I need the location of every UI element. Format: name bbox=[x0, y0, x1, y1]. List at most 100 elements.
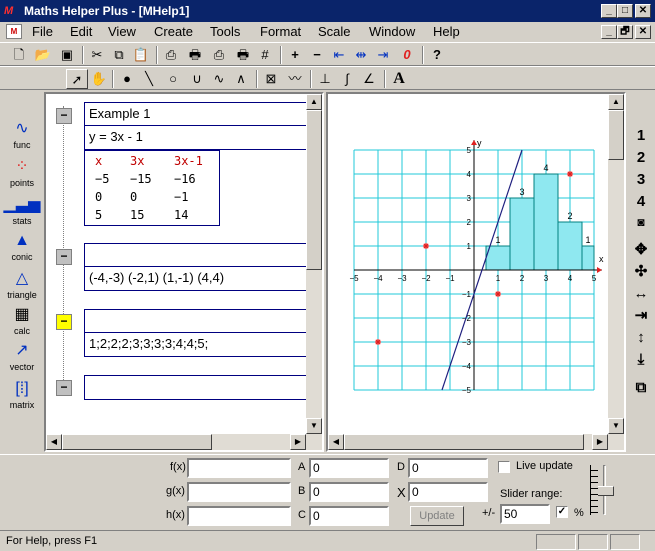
vector-tool[interactable]: ↗ vector bbox=[3, 340, 41, 376]
graph-scroll-right-icon[interactable]: ▶ bbox=[592, 434, 608, 450]
collapse-node-1[interactable]: − bbox=[56, 108, 72, 124]
menu-scale[interactable]: Scale bbox=[318, 24, 351, 39]
slider-range-input[interactable]: 50 bbox=[500, 504, 550, 524]
cut-icon[interactable]: ✂ bbox=[86, 45, 108, 65]
parabola-icon[interactable]: ∪ bbox=[186, 69, 208, 89]
minimize-button[interactable]: _ bbox=[601, 4, 617, 18]
scroll-down-icon[interactable]: ▼ bbox=[306, 418, 322, 434]
tangent-icon[interactable]: 〰 bbox=[284, 69, 306, 89]
scroll-right-icon[interactable]: ▶ bbox=[290, 434, 306, 450]
print-graph-icon[interactable]: ⎙ bbox=[208, 45, 230, 65]
menu-file[interactable]: File bbox=[32, 24, 53, 39]
point-icon[interactable]: ● bbox=[116, 69, 138, 89]
notes-vertical-scrollbar[interactable]: ▲ ▼ bbox=[306, 94, 322, 434]
menu-edit[interactable]: Edit bbox=[70, 24, 92, 39]
hand-pan-icon[interactable]: ✋ bbox=[88, 69, 110, 89]
zoom-in-icon[interactable]: + bbox=[284, 45, 306, 65]
scroll-up-icon[interactable]: ▲ bbox=[306, 94, 322, 110]
c-input[interactable]: 0 bbox=[309, 506, 389, 526]
fit-center-icon[interactable]: ⇹ bbox=[350, 45, 372, 65]
camera-icon[interactable]: ◙ bbox=[630, 212, 652, 232]
b-input[interactable]: 0 bbox=[309, 482, 389, 502]
zoom-out-icon[interactable]: − bbox=[306, 45, 328, 65]
example-1-box[interactable]: Example 1 y = 3x - 1 bbox=[84, 102, 312, 150]
angle-icon[interactable]: ∠ bbox=[358, 69, 380, 89]
stats-box[interactable]: 1;2;2;2;3;3;3;3;4;4;5; bbox=[84, 309, 312, 357]
live-update-checkbox[interactable] bbox=[498, 461, 510, 473]
arrow-pointer-icon[interactable]: ➚ bbox=[66, 69, 88, 89]
stats-tool[interactable]: ▁▃▅ stats bbox=[3, 194, 41, 230]
fx-input[interactable] bbox=[187, 458, 291, 478]
compress-horizontal-icon[interactable]: ⇥ bbox=[630, 306, 652, 326]
graph-hscroll-thumb[interactable] bbox=[344, 434, 584, 450]
copy-graph-icon[interactable]: ⧉ bbox=[630, 378, 652, 398]
d-input[interactable]: 0 bbox=[408, 458, 488, 478]
mdi-close-button[interactable]: ✕ bbox=[635, 25, 651, 39]
paste-icon[interactable]: 📋 bbox=[130, 45, 152, 65]
empty-box[interactable] bbox=[84, 375, 312, 400]
menu-format[interactable]: Format bbox=[260, 24, 301, 39]
scroll-left-icon[interactable]: ◀ bbox=[46, 434, 62, 450]
circle-icon[interactable]: ○ bbox=[162, 69, 184, 89]
open-folder-icon[interactable]: 📂 bbox=[32, 45, 54, 65]
scroll-thumb[interactable] bbox=[306, 110, 322, 270]
update-button[interactable]: Update bbox=[410, 506, 464, 526]
preset-2-button[interactable]: 2 bbox=[630, 148, 652, 168]
new-document-icon[interactable]: 🗋 bbox=[8, 45, 30, 65]
print-notes-icon[interactable]: 🖶 bbox=[232, 45, 254, 65]
save-icon[interactable]: ▣ bbox=[56, 45, 78, 65]
func-tool[interactable]: ∿ func bbox=[3, 118, 41, 154]
x-input[interactable]: 0 bbox=[408, 482, 488, 502]
peak-icon[interactable]: ∧ bbox=[230, 69, 252, 89]
help-icon[interactable]: ? bbox=[426, 45, 448, 65]
menu-help[interactable]: Help bbox=[433, 24, 460, 39]
hx-input[interactable] bbox=[187, 506, 291, 526]
fit-right-icon[interactable]: ⇥ bbox=[372, 45, 394, 65]
triangle-tool[interactable]: △ triangle bbox=[3, 268, 41, 304]
graph-scroll-left-icon[interactable]: ◀ bbox=[328, 434, 344, 450]
points-box[interactable]: (-4,-3) (-2,1) (1,-1) (4,4) bbox=[84, 243, 312, 291]
conic-tool[interactable]: ▲ conic bbox=[3, 230, 41, 266]
menu-tools[interactable]: Tools bbox=[210, 24, 240, 39]
matrix-tool[interactable]: [⁞] matrix bbox=[3, 378, 41, 414]
calc-tool[interactable]: ▦ calc bbox=[3, 304, 41, 340]
graph-scroll-up-icon[interactable]: ▲ bbox=[608, 94, 624, 110]
undo-zoom-icon[interactable]: 0 bbox=[396, 45, 418, 65]
menu-create[interactable]: Create bbox=[154, 24, 193, 39]
points-tool[interactable]: ⁘ points bbox=[3, 156, 41, 192]
graph-vertical-scrollbar[interactable]: ▲ ▼ bbox=[608, 94, 624, 434]
expand-horizontal-icon[interactable]: ↔ bbox=[630, 284, 652, 304]
maximize-button[interactable]: □ bbox=[617, 4, 633, 18]
expand-vertical-icon[interactable]: ↕ bbox=[630, 328, 652, 348]
hscroll-thumb[interactable] bbox=[62, 434, 212, 450]
a-input[interactable]: 0 bbox=[309, 458, 389, 478]
integral-icon[interactable]: ∫ bbox=[336, 69, 358, 89]
preset-3-button[interactable]: 3 bbox=[630, 170, 652, 190]
preset-4-button[interactable]: 4 bbox=[630, 192, 652, 212]
graph-canvas[interactable]: 13421xy−5−4−3−2−11234554321−1−2−3−4−5 bbox=[328, 94, 608, 434]
grid-icon[interactable]: # bbox=[254, 45, 276, 65]
collapse-node-3[interactable]: − bbox=[56, 314, 72, 330]
graph-scroll-down-icon[interactable]: ▼ bbox=[608, 418, 624, 434]
line-icon[interactable]: ╲ bbox=[138, 69, 160, 89]
gx-input[interactable] bbox=[187, 482, 291, 502]
perpendicular-icon[interactable]: ⊥ bbox=[314, 69, 336, 89]
fit-width-icon[interactable]: ⇤ bbox=[328, 45, 350, 65]
compress-icon[interactable]: ✣ bbox=[630, 262, 652, 282]
menu-view[interactable]: View bbox=[108, 24, 136, 39]
close-button[interactable]: ✕ bbox=[635, 4, 651, 18]
preset-1-button[interactable]: 1 bbox=[630, 126, 652, 146]
notes-horizontal-scrollbar[interactable]: ◀ ▶ bbox=[46, 434, 322, 450]
mdi-restore-button[interactable]: 🗗 bbox=[617, 25, 633, 39]
slider-thumb[interactable] bbox=[596, 486, 614, 496]
graph-horizontal-scrollbar[interactable]: ◀ ▶ bbox=[328, 434, 624, 450]
document-icon[interactable]: M bbox=[6, 24, 22, 39]
graph-scroll-thumb[interactable] bbox=[608, 110, 624, 160]
compress-vertical-icon[interactable]: ⤓ bbox=[630, 350, 652, 370]
copy-icon[interactable]: ⧉ bbox=[108, 45, 130, 65]
curve-icon[interactable]: ∿ bbox=[208, 69, 230, 89]
mdi-minimize-button[interactable]: _ bbox=[601, 25, 617, 39]
percent-checkbox[interactable]: ✓ bbox=[556, 506, 568, 518]
print-icon[interactable]: ⎙ bbox=[160, 45, 182, 65]
collapse-node-2[interactable]: − bbox=[56, 249, 72, 265]
